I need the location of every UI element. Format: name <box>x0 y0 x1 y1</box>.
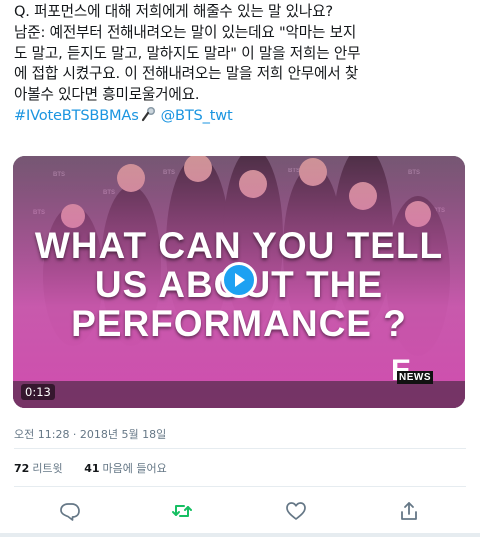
share-icon <box>401 502 417 520</box>
video-duration: 0:13 <box>21 384 55 400</box>
reply-button[interactable] <box>59 500 81 522</box>
enews-logo-text: NEWS <box>397 371 433 384</box>
tweet-line: 아볼수 있다면 흥미로울거에요. <box>14 86 200 104</box>
like-button[interactable] <box>285 500 307 522</box>
play-button[interactable] <box>221 262 257 298</box>
play-icon <box>235 273 245 287</box>
headline-line: WHAT CAN YOU TELL <box>34 225 444 266</box>
tweet-line: 도 말고, 듣지도 말고, 말하지도 말라" 이 말을 저희는 안무 <box>14 44 361 62</box>
tweet-text: Q. 퍼포먼스에 대해 저희에게 해줄수 있는 말 있나요? 남준: 예전부터 … <box>14 2 474 129</box>
tweet-tags-line: #IVoteBTSBBMAs @BTS_twt <box>14 106 474 129</box>
tweet-actions <box>0 500 480 522</box>
likes-stat[interactable]: 41 마음에 들어요 <box>84 462 167 475</box>
retweet-button[interactable] <box>171 500 193 522</box>
hashtag-link[interactable]: #IVoteBTSBBMAs <box>14 107 139 124</box>
reply-icon <box>60 503 80 521</box>
retweets-count: 72 <box>14 462 30 475</box>
divider <box>14 448 466 449</box>
tweet-line: 에 접합 시켰구요. 이 전해내려오는 말을 저희 안무에서 찾 <box>14 65 359 83</box>
share-button[interactable] <box>398 500 420 522</box>
retweets-stat[interactable]: 72 리트윗 <box>14 462 63 475</box>
likes-count: 41 <box>84 462 100 475</box>
divider <box>14 486 466 487</box>
tweet-line: 남준: 예전부터 전해내려오는 말이 있는데요 "악마는 보지 <box>14 23 357 41</box>
divider <box>0 533 480 537</box>
retweets-label: 리트윗 <box>32 462 63 475</box>
enews-logo: E NEWS <box>389 355 439 401</box>
mention-link[interactable]: @BTS_twt <box>161 107 233 124</box>
tweet-stats: 72 리트윗 41 마음에 들어요 <box>14 460 185 476</box>
tweet-timestamp[interactable]: 오전 11:28 · 2018년 5월 18일 <box>14 426 166 442</box>
video-player[interactable]: BTSBTSBTS BTSBTSBTS BTSBTSBTS BTSBTS WHA… <box>13 156 465 408</box>
likes-label: 마음에 들어요 <box>102 462 167 475</box>
tweet-line: Q. 퍼포먼스에 대해 저희에게 해줄수 있는 말 있나요? <box>14 3 333 20</box>
retweet-icon <box>172 505 192 517</box>
headline-line: PERFORMANCE ? <box>71 303 407 344</box>
heart-icon <box>286 502 306 520</box>
microphone-icon <box>141 106 157 129</box>
